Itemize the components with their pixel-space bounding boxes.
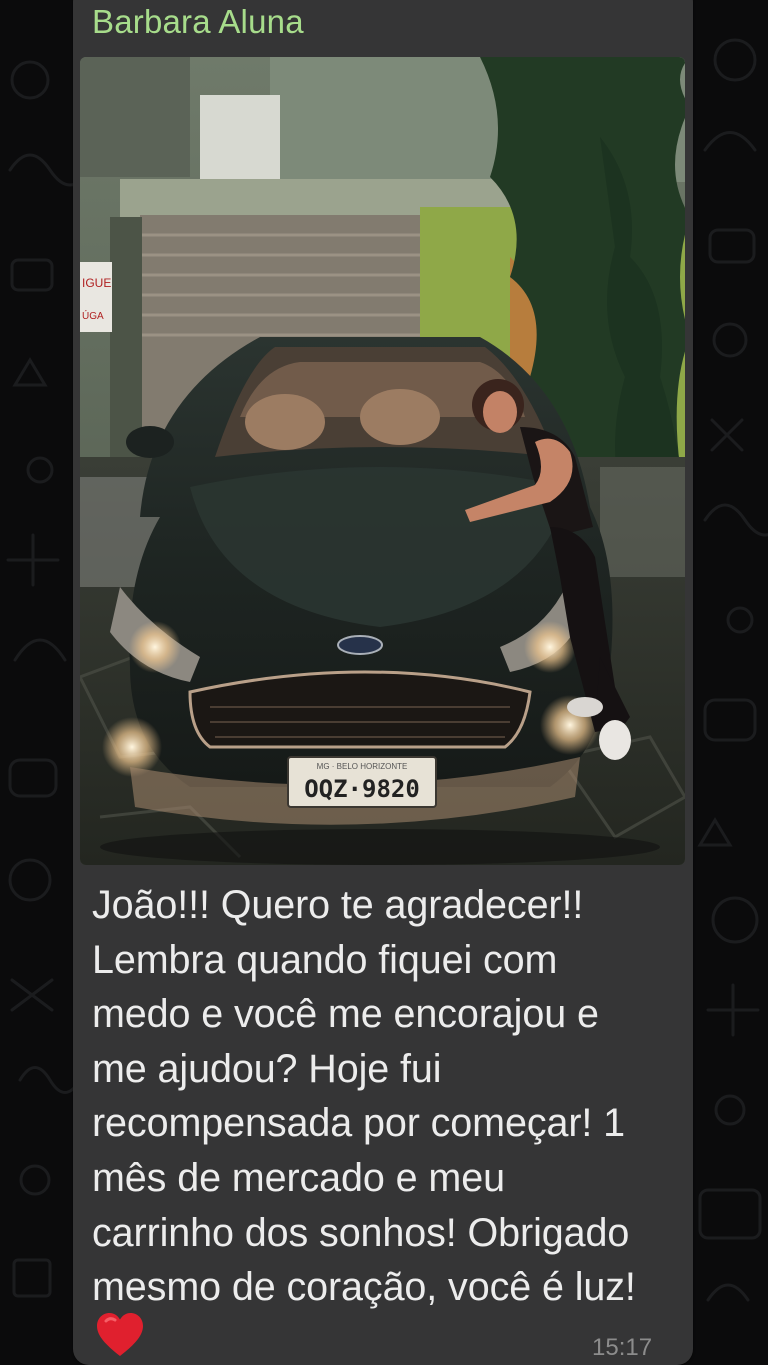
message-line: recompensada por começar! 1 [92, 1101, 626, 1146]
message-line: João!!! Quero te agradecer!! [92, 883, 584, 927]
license-plate-city: MG · BELO HORIZONTE [317, 762, 408, 771]
sender-name[interactable]: Barbara Aluna [92, 3, 304, 41]
photo-attachment[interactable]: IGUE ÚGA MG · BELO HORIZONTE OQZ·9820 [80, 57, 685, 865]
shop-sign-text-2: ÚGA [82, 309, 104, 322]
shop-sign-text: IGUE [82, 276, 111, 290]
message-line: medo e você me encorajou e [92, 992, 599, 1037]
message-line: mês de mercado e meu [92, 1155, 505, 1200]
message-text[interactable]: João!!! Quero te agradecer!! Lembra quan… [92, 878, 682, 1315]
car-photo-illustration: IGUE ÚGA MG · BELO HORIZONTE OQZ·9820 [80, 57, 685, 865]
message-timestamp: 15:17 [592, 1334, 653, 1361]
message-line: mesmo de coração, você é luz! [92, 1265, 636, 1310]
message-line: carrinho dos sonhos! Obrigado [92, 1210, 630, 1255]
red-heart-icon [97, 1313, 143, 1356]
license-plate-number: OQZ·9820 [304, 775, 420, 803]
message-line: me ajudou? Hoje fui [92, 1046, 442, 1091]
message-line: Lembra quando fiquei com [92, 937, 558, 982]
